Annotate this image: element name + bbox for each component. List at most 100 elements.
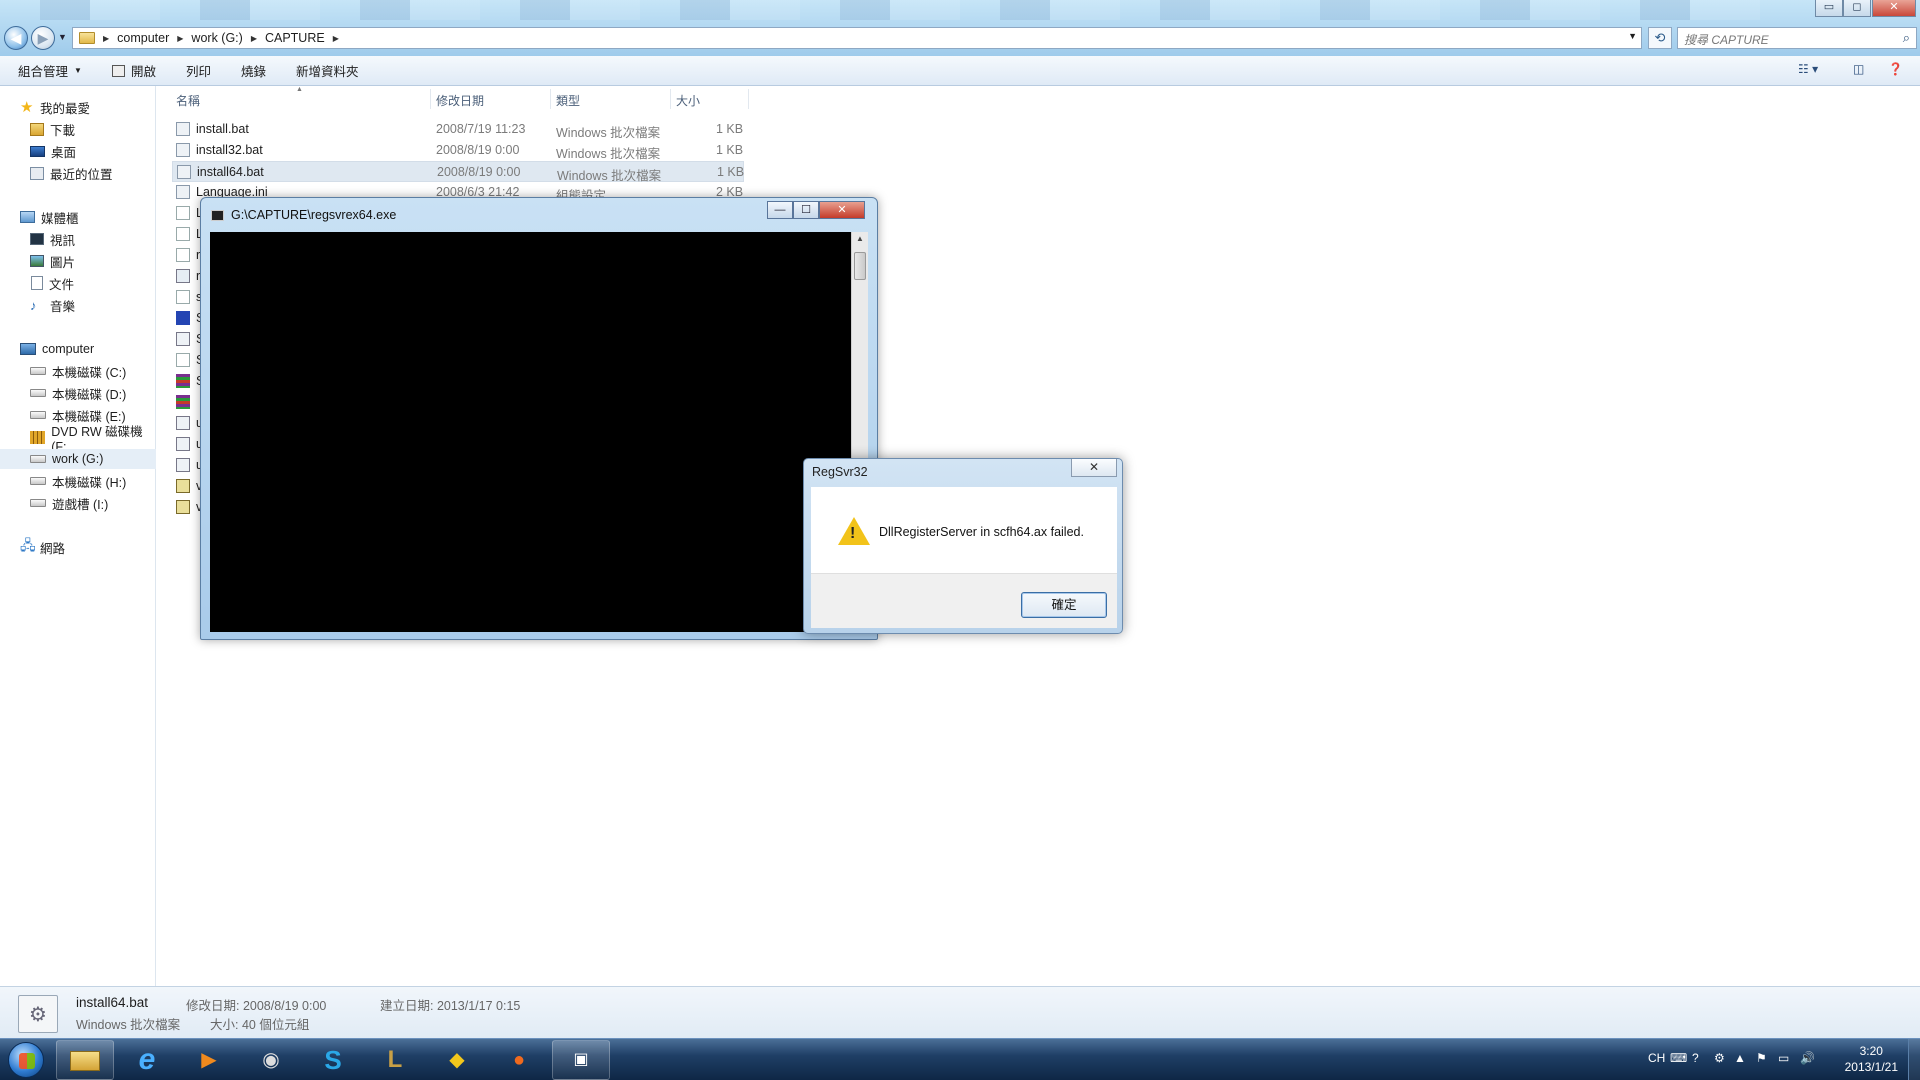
help-icon[interactable]: ❓: [1888, 62, 1903, 76]
address-dropdown-icon[interactable]: ▼: [1628, 31, 1637, 41]
show-hidden-icons-icon[interactable]: ▲: [1734, 1051, 1746, 1065]
taskbar-explorer-button[interactable]: [56, 1040, 114, 1080]
file-icon[interactable]: [176, 248, 190, 262]
column-header-size[interactable]: 大小: [676, 92, 700, 110]
file-row[interactable]: install32.bat 2008/8/19 0:00 Windows 批次檔…: [172, 140, 744, 161]
network-tray-icon[interactable]: ▭: [1778, 1051, 1789, 1065]
dialog-close-button[interactable]: ✕: [1071, 459, 1117, 477]
nav-libraries[interactable]: 媒體櫃: [0, 207, 156, 227]
file-row[interactable]: install.bat 2008/7/19 11:23 Windows 批次檔案…: [172, 119, 744, 140]
chevron-right-icon[interactable]: ▶: [251, 34, 257, 43]
column-divider[interactable]: [748, 89, 749, 109]
nav-network[interactable]: 🖧 網路: [0, 537, 156, 557]
regsvr32-dialog[interactable]: RegSvr32 ✕ ! DllRegisterServer in scfh64…: [803, 458, 1123, 634]
taskbar-console-button[interactable]: ▣: [552, 1040, 610, 1080]
console-window[interactable]: G:\CAPTURE\regsvrex64.exe — ☐ ✕ ▲: [200, 197, 878, 640]
file-icon[interactable]: [176, 416, 190, 430]
nav-documents[interactable]: 文件: [0, 273, 156, 293]
file-icon[interactable]: [176, 479, 190, 493]
column-divider[interactable]: [670, 89, 671, 109]
address-bar[interactable]: ▶ computer ▶ work (G:) ▶ CAPTURE ▶ ▼: [72, 27, 1642, 49]
nav-favorites[interactable]: ★ 我的最愛: [0, 97, 156, 117]
file-icon[interactable]: [176, 437, 190, 451]
open-button[interactable]: 開啟: [111, 61, 156, 80]
archive-file-icon[interactable]: [176, 395, 190, 409]
nav-computer[interactable]: computer: [0, 339, 156, 359]
file-icon[interactable]: [176, 206, 190, 220]
file-icon[interactable]: [176, 332, 190, 346]
nav-drive-d[interactable]: 本機磁碟 (D:): [0, 383, 156, 403]
start-button[interactable]: [8, 1042, 44, 1078]
nav-recent[interactable]: 最近的位置: [0, 163, 156, 183]
column-header-modified[interactable]: 修改日期: [436, 92, 484, 110]
burn-button[interactable]: 燒錄: [241, 61, 266, 80]
chevron-right-icon[interactable]: ▶: [177, 34, 183, 43]
help-tray-icon[interactable]: ?: [1692, 1051, 1699, 1065]
keyboard-icon[interactable]: ⌨: [1670, 1051, 1687, 1065]
chevron-right-icon[interactable]: ▶: [333, 34, 339, 43]
file-icon[interactable]: [176, 227, 190, 241]
file-icon[interactable]: [176, 269, 190, 283]
new-folder-button[interactable]: 新增資料夾: [296, 61, 359, 80]
system-clock[interactable]: 3:20 2013/1/21: [1845, 1043, 1898, 1075]
nav-desktop[interactable]: 桌面: [0, 141, 156, 161]
archive-file-icon[interactable]: [176, 374, 190, 388]
disc-app-icon[interactable]: ◉: [242, 1040, 300, 1080]
print-button[interactable]: 列印: [186, 61, 211, 80]
minimize-button[interactable]: ▭: [1815, 0, 1843, 17]
column-header-name[interactable]: 名稱: [176, 92, 200, 110]
file-type: Windows 批次檔案: [556, 126, 661, 140]
file-icon[interactable]: [176, 353, 190, 367]
nav-downloads[interactable]: 下載: [0, 119, 156, 139]
preview-pane-icon[interactable]: ◫: [1853, 62, 1864, 76]
media-player-icon[interactable]: ▶: [180, 1040, 238, 1080]
forward-button[interactable]: ▶: [31, 26, 55, 50]
file-row-selected[interactable]: install64.bat 2008/8/19 0:00 Windows 批次檔…: [172, 161, 744, 183]
refresh-button[interactable]: ⟲: [1648, 27, 1672, 49]
action-center-flag-icon[interactable]: ⚑: [1756, 1051, 1767, 1065]
column-divider[interactable]: [550, 89, 551, 109]
show-desktop-button[interactable]: [1908, 1039, 1920, 1080]
nav-music[interactable]: ♪ 音樂: [0, 295, 156, 315]
skype-icon[interactable]: S: [304, 1040, 362, 1080]
search-icon[interactable]: ⌕: [1903, 30, 1910, 46]
firefox-icon[interactable]: ●: [490, 1040, 548, 1080]
breadcrumb-drive[interactable]: work (G:): [191, 31, 242, 45]
close-button[interactable]: ✕: [1872, 0, 1916, 17]
nav-pictures[interactable]: 圖片: [0, 251, 156, 271]
file-icon[interactable]: [176, 458, 190, 472]
file-icon[interactable]: [176, 500, 190, 514]
file-icon[interactable]: [176, 290, 190, 304]
back-button[interactable]: ◀: [4, 26, 28, 50]
console-minimize-button[interactable]: —: [767, 201, 793, 219]
console-maximize-button[interactable]: ☐: [793, 201, 819, 219]
nav-drive-g[interactable]: work (G:): [0, 449, 156, 469]
file-icon[interactable]: [176, 311, 190, 325]
nav-drive-c[interactable]: 本機磁碟 (C:): [0, 361, 156, 381]
settings-tray-icon[interactable]: ⚙: [1714, 1051, 1725, 1065]
scrollbar-thumb[interactable]: [854, 252, 866, 280]
organize-menu[interactable]: 組合管理 ▼: [18, 61, 82, 80]
column-header-type[interactable]: 類型: [556, 92, 580, 110]
game-launcher-icon[interactable]: ◆: [428, 1040, 486, 1080]
maximize-button[interactable]: ◻: [1843, 0, 1871, 17]
breadcrumb-folder[interactable]: CAPTURE: [265, 31, 325, 45]
ok-button[interactable]: 確定: [1021, 592, 1107, 618]
console-output[interactable]: [210, 232, 851, 632]
internet-explorer-icon[interactable]: e: [118, 1040, 176, 1080]
search-input[interactable]: 搜尋 CAPTURE ⌕: [1677, 27, 1917, 49]
league-of-legends-icon[interactable]: L: [366, 1040, 424, 1080]
breadcrumb-computer[interactable]: computer: [117, 31, 169, 45]
volume-icon[interactable]: 🔊: [1800, 1051, 1815, 1065]
column-divider[interactable]: [430, 89, 431, 109]
scroll-up-arrow-icon[interactable]: ▲: [856, 234, 864, 243]
nav-drive-h[interactable]: 本機磁碟 (H:): [0, 471, 156, 491]
language-indicator[interactable]: CH: [1648, 1051, 1665, 1065]
nav-drive-i[interactable]: 遊戲槽 (I:): [0, 493, 156, 513]
nav-videos[interactable]: 視訊: [0, 229, 156, 249]
console-close-button[interactable]: ✕: [819, 201, 865, 219]
view-options-icon[interactable]: ☷ ▾: [1798, 62, 1818, 76]
chevron-right-icon[interactable]: ▶: [103, 34, 109, 43]
recent-pages-dropdown[interactable]: ▼: [58, 32, 67, 42]
nav-drive-f[interactable]: DVD RW 磁碟機 (F:: [0, 425, 156, 454]
